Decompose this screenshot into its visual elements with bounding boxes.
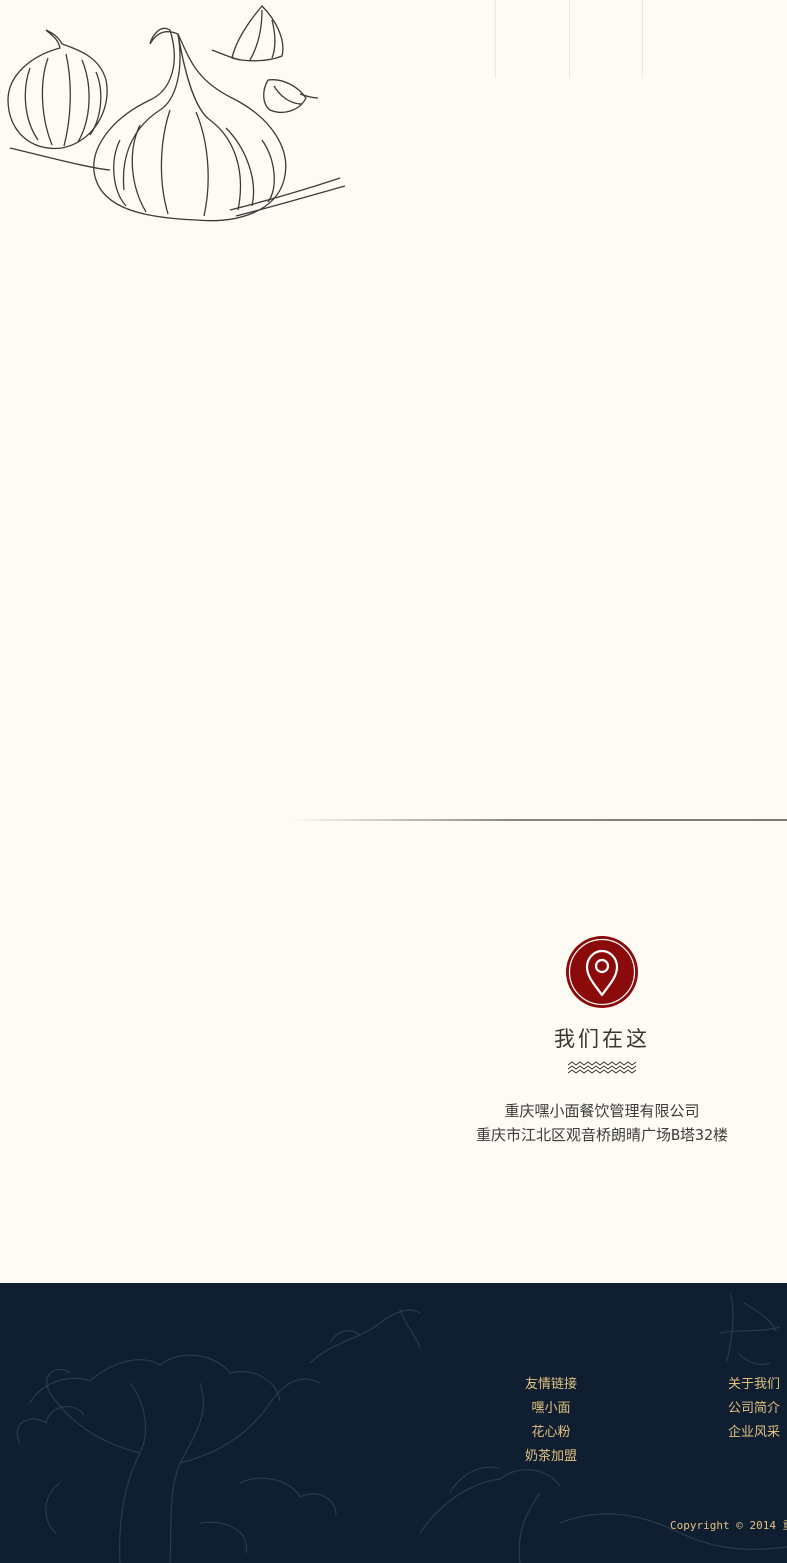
company-name: 重庆嘿小面餐饮管理有限公司 <box>504 1102 700 1120</box>
garlic-illustration <box>7 5 346 222</box>
map-pin-icon <box>566 936 638 1008</box>
nav-slot[interactable] <box>495 0 569 78</box>
footer-tree-illustration <box>16 1292 787 1563</box>
friend-links-heading[interactable]: 友情链接 <box>520 1373 582 1397</box>
friend-link[interactable]: 花心粉 <box>520 1421 582 1445</box>
street-address: 重庆市江北区观音桥朗晴广场B塔32楼 <box>475 1126 729 1144</box>
location-title: 我们在这 <box>554 1027 650 1051</box>
about-links-heading[interactable]: 关于我们 <box>722 1373 786 1397</box>
wave-divider <box>568 1061 636 1074</box>
about-link[interactable]: 企业风采 <box>722 1421 786 1445</box>
copyright-text: Copyright © 2014 重庆 <box>670 1519 787 1532</box>
about-link[interactable]: 公司简介 <box>722 1397 786 1421</box>
friend-link[interactable]: 奶茶加盟 <box>520 1445 582 1469</box>
friend-link[interactable]: 嘿小面 <box>520 1397 582 1421</box>
section-divider <box>290 819 787 821</box>
top-nav <box>495 0 643 78</box>
location-section: 我们在这 重庆嘿小面餐饮管理有限公司 重庆市江北区观音桥朗晴广场B塔32楼 <box>430 935 774 1147</box>
address: 重庆嘿小面餐饮管理有限公司 重庆市江北区观音桥朗晴广场B塔32楼 <box>430 1099 774 1147</box>
about-links: 关于我们 公司简介 企业风采 <box>722 1373 786 1445</box>
nav-slot[interactable] <box>569 0 643 78</box>
friend-links: 友情链接 嘿小面 花心粉 奶茶加盟 <box>520 1373 582 1469</box>
footer: 友情链接 嘿小面 花心粉 奶茶加盟 关于我们 公司简介 企业风采 Copyrig… <box>0 1283 787 1563</box>
